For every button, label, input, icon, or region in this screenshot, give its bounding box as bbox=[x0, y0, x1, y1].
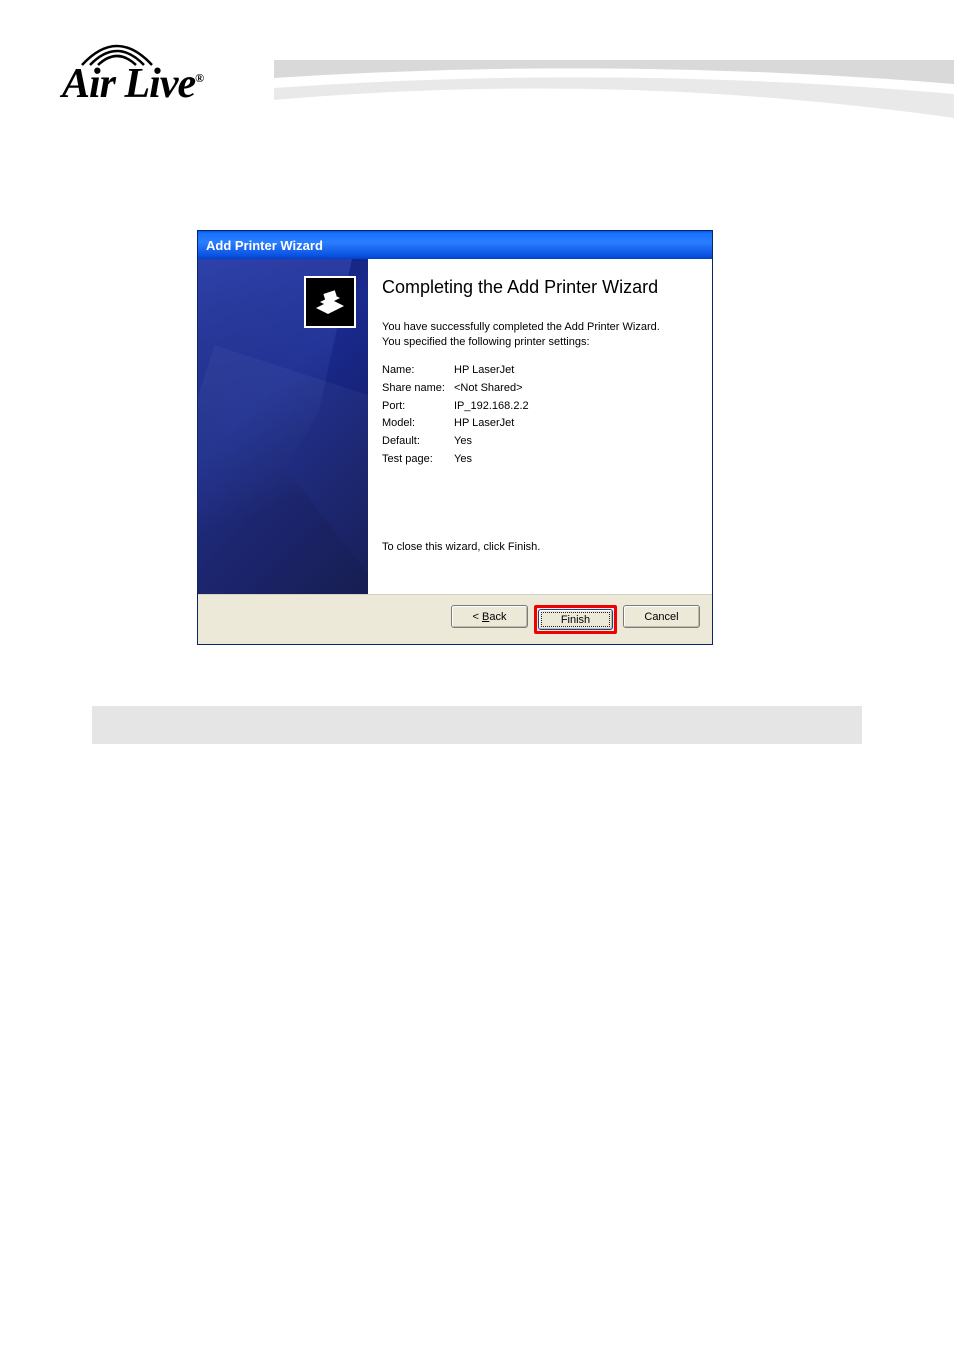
setting-value: IP_192.168.2.2 bbox=[454, 397, 529, 415]
dialog-titlebar[interactable]: Add Printer Wizard bbox=[198, 231, 712, 259]
header-swoosh-graphic bbox=[274, 60, 954, 150]
setting-label: Share name: bbox=[382, 379, 454, 397]
setting-value: HP LaserJet bbox=[454, 415, 529, 433]
table-row: Port: IP_192.168.2.2 bbox=[382, 397, 529, 415]
brand-logo-text: Air Live® bbox=[62, 60, 203, 108]
table-row: Name: HP LaserJet bbox=[382, 361, 529, 379]
add-printer-wizard-dialog: Add Printer Wizard Completing the Add Pr… bbox=[197, 230, 713, 645]
wizard-content: Completing the Add Printer Wizard You ha… bbox=[368, 259, 712, 594]
setting-label: Test page: bbox=[382, 451, 454, 469]
setting-value: Yes bbox=[454, 433, 529, 451]
back-button[interactable]: < Back bbox=[451, 605, 528, 628]
footer-band bbox=[92, 706, 862, 744]
setting-label: Port: bbox=[382, 397, 454, 415]
setting-label: Model: bbox=[382, 415, 454, 433]
printer-icon bbox=[304, 276, 356, 328]
printer-settings-table: Name: HP LaserJet Share name: <Not Share… bbox=[382, 361, 529, 468]
table-row: Test page: Yes bbox=[382, 451, 529, 469]
wizard-intro: You have successfully completed the Add … bbox=[382, 320, 700, 350]
dialog-button-row: < Back Finish Cancel bbox=[198, 594, 712, 644]
setting-label: Name: bbox=[382, 361, 454, 379]
table-row: Default: Yes bbox=[382, 433, 529, 451]
finish-button[interactable]: Finish bbox=[538, 609, 613, 630]
brand-logo: Air Live® bbox=[62, 35, 272, 105]
table-row: Model: HP LaserJet bbox=[382, 415, 529, 433]
setting-value: <Not Shared> bbox=[454, 379, 529, 397]
cancel-button[interactable]: Cancel bbox=[623, 605, 700, 628]
wizard-heading: Completing the Add Printer Wizard bbox=[382, 277, 700, 298]
setting-label: Default: bbox=[382, 433, 454, 451]
setting-value: Yes bbox=[454, 451, 529, 469]
close-instruction: To close this wizard, click Finish. bbox=[382, 540, 700, 555]
dialog-title: Add Printer Wizard bbox=[206, 238, 323, 253]
finish-button-highlight: Finish bbox=[534, 605, 617, 634]
dialog-body: Completing the Add Printer Wizard You ha… bbox=[198, 259, 712, 594]
wizard-side-graphic bbox=[198, 259, 368, 594]
table-row: Share name: <Not Shared> bbox=[382, 379, 529, 397]
setting-value: HP LaserJet bbox=[454, 361, 529, 379]
